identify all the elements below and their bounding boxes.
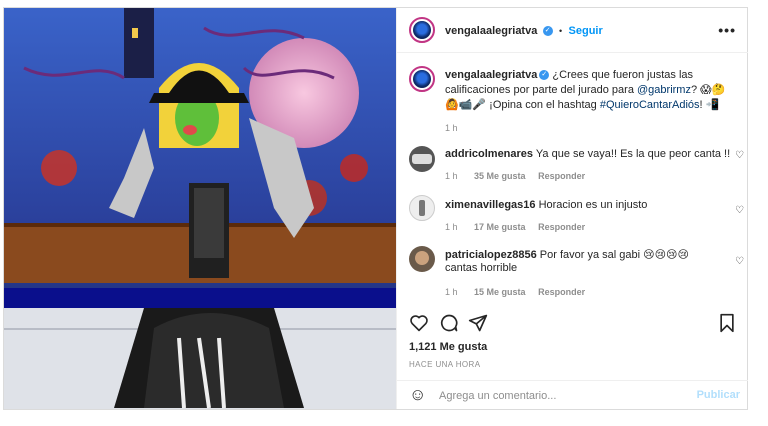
comment-input[interactable] xyxy=(437,387,681,405)
instagram-post: vengalaalegriatva ✓ • Seguir ••• vengala… xyxy=(3,7,748,410)
verified-badge-icon: ✓ xyxy=(539,70,550,81)
separator-dot: • xyxy=(559,26,563,36)
commenter-avatar[interactable] xyxy=(409,195,435,221)
likes-count[interactable]: 1,121 Me gusta xyxy=(409,341,487,353)
action-bar xyxy=(397,308,748,340)
caption-text-b: ¡Opina con el hashtag xyxy=(486,99,600,111)
comment-meta: 1 h 17 Me gusta Responder xyxy=(445,222,585,232)
comment-time[interactable]: 1 h xyxy=(445,222,458,232)
small-heart-icon[interactable]: ♡ xyxy=(735,256,744,267)
comment-item: addricolmenares Ya que se vaya!! Es la q… xyxy=(445,148,748,160)
publish-button[interactable]: Publicar xyxy=(697,389,740,401)
emoji-icon[interactable]: ☺ xyxy=(409,385,426,405)
comment-likes[interactable]: 17 Me gusta xyxy=(474,222,526,232)
reply-button[interactable]: Responder xyxy=(538,222,585,232)
post-image[interactable] xyxy=(4,8,396,409)
comment-username[interactable]: ximenavillegas16 xyxy=(445,199,536,211)
comment-meta: 1 h 35 Me gusta Responder xyxy=(445,171,585,181)
comment-likes[interactable]: 35 Me gusta xyxy=(474,171,526,181)
commenter-avatar[interactable] xyxy=(409,246,435,272)
follow-button[interactable]: Seguir xyxy=(569,25,603,37)
small-heart-icon[interactable]: ♡ xyxy=(735,205,744,216)
comment-text: Ya que se vaya!! Es la que peor canta !! xyxy=(535,148,731,160)
comment-item: ximenavillegas16 Horacion es un injusto xyxy=(445,199,748,211)
add-comment-bar: ☺ Publicar xyxy=(397,380,748,410)
caption-username[interactable]: vengalaalegriatva xyxy=(445,69,537,81)
bookmark-icon[interactable] xyxy=(718,313,736,333)
comment-item: patricialopez8856 Por favor ya sal gabi … xyxy=(445,249,715,275)
comments-list[interactable]: vengalaalegriatva ✓ ¿Crees que fueron jus… xyxy=(397,52,748,300)
caption: vengalaalegriatva ✓ ¿Crees que fueron jus… xyxy=(445,68,735,113)
caption-mention[interactable]: @gabrirmz xyxy=(637,84,691,96)
caption-time[interactable]: 1 h xyxy=(445,123,458,133)
small-heart-icon[interactable]: ♡ xyxy=(735,150,744,161)
comment-meta: 1 h 15 Me gusta Responder xyxy=(445,287,585,297)
caption-emojis-b: ! 📲 xyxy=(699,99,720,111)
comment-text: Horacion es un injusto xyxy=(538,199,648,211)
reply-button[interactable]: Responder xyxy=(538,171,585,181)
paper-plane-icon[interactable] xyxy=(468,313,488,333)
posted-time[interactable]: HACE UNA HORA xyxy=(409,360,480,369)
verified-badge-icon: ✓ xyxy=(542,25,553,36)
author-avatar[interactable] xyxy=(409,17,435,43)
caption-author-avatar[interactable] xyxy=(409,66,435,92)
caption-hashtag[interactable]: #QuieroCantarAdiós xyxy=(600,99,700,111)
comment-time[interactable]: 1 h xyxy=(445,171,458,181)
author-username[interactable]: vengalaalegriatva xyxy=(445,25,537,37)
costume-photo xyxy=(4,8,396,409)
author-line: vengalaalegriatva ✓ • Seguir xyxy=(445,23,603,37)
heart-outline-icon[interactable] xyxy=(409,314,429,332)
comment-likes[interactable]: 15 Me gusta xyxy=(474,287,526,297)
post-header: vengalaalegriatva ✓ • Seguir ••• xyxy=(397,8,748,53)
post-details-panel: vengalaalegriatva ✓ • Seguir ••• vengala… xyxy=(396,8,748,409)
comment-time[interactable]: 1 h xyxy=(445,287,458,297)
comment-bubble-icon[interactable] xyxy=(439,313,459,333)
comment-username[interactable]: patricialopez8856 xyxy=(445,249,537,261)
more-options-icon[interactable]: ••• xyxy=(718,22,736,38)
commenter-avatar[interactable] xyxy=(409,146,435,172)
comment-username[interactable]: addricolmenares xyxy=(445,148,533,160)
reply-button[interactable]: Responder xyxy=(538,287,585,297)
